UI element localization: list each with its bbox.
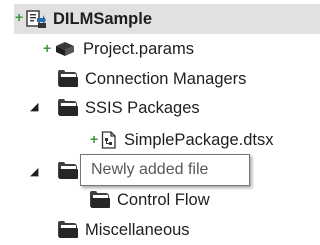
tree-item-label: Project.params bbox=[83, 39, 194, 58]
added-indicator: + bbox=[43, 40, 52, 56]
folder-icon bbox=[58, 69, 78, 87]
project-name: DILMSample bbox=[53, 9, 153, 28]
tree-item-simplepackage-dtsx[interactable]: + SimplePackage.dtsx bbox=[90, 125, 274, 155]
tree-item-label: Control Flow bbox=[117, 190, 210, 209]
tree-item-label: Connection Managers bbox=[85, 69, 247, 88]
tree-item-ssis-packages[interactable]: SSIS Packages bbox=[58, 93, 200, 123]
folder-icon bbox=[90, 190, 110, 208]
tree-item-label: SimplePackage.dtsx bbox=[124, 130, 274, 149]
folder-icon bbox=[58, 220, 78, 238]
project-icon bbox=[25, 9, 47, 29]
added-indicator: + bbox=[15, 9, 24, 25]
tree-item-control-flow[interactable]: Control Flow bbox=[90, 185, 210, 215]
collapse-arrow-icon[interactable]: ◢ bbox=[30, 100, 38, 113]
folder-icon bbox=[58, 98, 78, 116]
tree-item-label: SSIS Packages bbox=[85, 98, 200, 117]
collapse-arrow-icon[interactable]: ◢ bbox=[30, 165, 38, 178]
tree-item-label: Miscellaneous bbox=[85, 220, 190, 239]
tree-item-project-params[interactable]: + Project.params bbox=[40, 34, 194, 64]
folder-icon bbox=[58, 161, 78, 179]
added-indicator: + bbox=[90, 131, 99, 147]
tooltip: Newly added file bbox=[80, 154, 250, 186]
tree-item-connection-managers[interactable]: Connection Managers bbox=[58, 64, 246, 94]
tree-item-miscellaneous[interactable]: Miscellaneous bbox=[58, 215, 190, 245]
tree-root-dilmsample[interactable]: + DILMSample bbox=[14, 4, 320, 34]
tree-item-hidden-folder[interactable] bbox=[58, 156, 78, 186]
params-icon bbox=[54, 41, 76, 57]
package-file-icon bbox=[101, 131, 117, 149]
